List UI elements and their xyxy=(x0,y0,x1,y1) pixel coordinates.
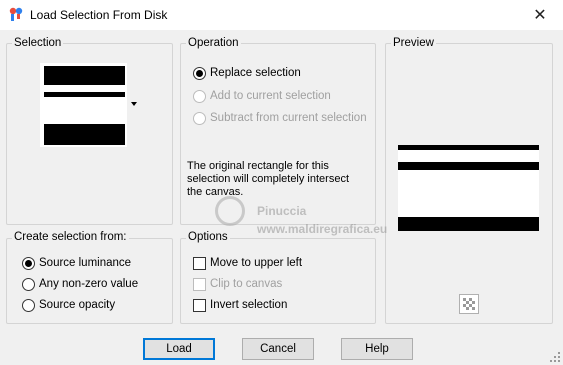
cancel-button[interactable]: Cancel xyxy=(242,338,314,360)
options-group-label: Options xyxy=(186,231,230,243)
selection-thumbnail xyxy=(40,63,137,147)
replace-selection-radio[interactable] xyxy=(193,67,206,80)
help-button[interactable]: Help xyxy=(341,338,413,360)
preview-group-label: Preview xyxy=(391,37,436,49)
clip-to-canvas-label[interactable]: Clip to canvas xyxy=(210,278,282,290)
title-bar: Load Selection From Disk ✕ xyxy=(0,0,563,30)
close-icon: ✕ xyxy=(533,7,547,24)
any-non-zero-radio[interactable] xyxy=(22,278,35,291)
checkerboard-button[interactable] xyxy=(459,294,479,314)
source-luminance-radio[interactable] xyxy=(22,257,35,270)
subtract-from-selection-label[interactable]: Subtract from current selection xyxy=(210,112,367,124)
preview-image xyxy=(398,145,539,231)
resize-grip-icon[interactable] xyxy=(549,351,561,363)
close-button[interactable]: ✕ xyxy=(517,0,563,30)
dropdown-arrow-icon xyxy=(131,102,137,106)
invert-selection-label[interactable]: Invert selection xyxy=(210,299,287,311)
source-luminance-label[interactable]: Source luminance xyxy=(39,257,131,269)
operation-group-label: Operation xyxy=(186,37,241,49)
checkerboard-icon xyxy=(463,298,475,310)
selection-thumbnail-dropdown[interactable] xyxy=(40,63,142,147)
any-non-zero-label[interactable]: Any non-zero value xyxy=(39,278,138,290)
move-to-upper-left-label[interactable]: Move to upper left xyxy=(210,257,302,269)
source-opacity-radio[interactable] xyxy=(22,299,35,312)
source-opacity-label[interactable]: Source opacity xyxy=(39,299,115,311)
add-to-selection-label[interactable]: Add to current selection xyxy=(210,90,331,102)
replace-selection-label[interactable]: Replace selection xyxy=(210,67,301,79)
clip-to-canvas-checkbox[interactable] xyxy=(193,278,206,291)
load-button[interactable]: Load xyxy=(143,338,215,360)
intersect-note: The original rectangle for this selectio… xyxy=(187,160,350,198)
invert-selection-checkbox[interactable] xyxy=(193,299,206,312)
add-to-selection-radio[interactable] xyxy=(193,90,206,103)
selection-group-label: Selection xyxy=(12,37,64,49)
create-from-group-label: Create selection from: xyxy=(12,231,129,243)
window-title: Load Selection From Disk xyxy=(30,8,168,22)
move-to-upper-left-checkbox[interactable] xyxy=(193,257,206,270)
app-icon xyxy=(9,7,23,21)
subtract-from-selection-radio[interactable] xyxy=(193,112,206,125)
